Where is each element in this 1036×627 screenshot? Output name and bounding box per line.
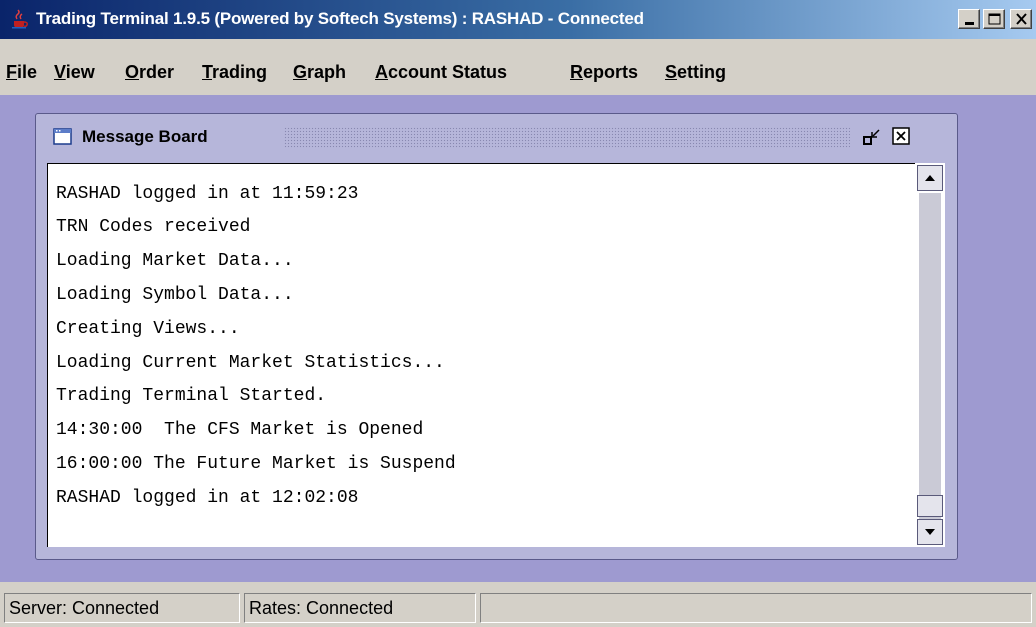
maximize-icon xyxy=(988,13,1001,25)
java-cup-icon[interactable] xyxy=(10,9,30,29)
menu-file[interactable]: File xyxy=(6,62,37,83)
close-button[interactable] xyxy=(1010,9,1032,29)
window-title: Trading Terminal 1.9.5 (Powered by Softe… xyxy=(36,9,644,28)
log-line: RASHAD logged in at 11:59:23 xyxy=(56,184,359,204)
log-line: RASHAD logged in at 12:02:08 xyxy=(56,488,359,508)
log-line: Loading Symbol Data... xyxy=(56,285,294,305)
iconify-button[interactable] xyxy=(861,127,883,149)
scroll-up-button[interactable] xyxy=(917,165,943,191)
menu-graph[interactable]: Graph xyxy=(293,62,346,83)
scroll-thumb[interactable] xyxy=(917,495,943,517)
log-line: Loading Market Data... xyxy=(56,251,294,271)
log-line: TRN Codes received xyxy=(56,217,251,237)
menu-reports[interactable]: Reports xyxy=(570,62,638,83)
menu-order[interactable]: Order xyxy=(125,62,174,83)
close-icon xyxy=(892,127,910,145)
vertical-scrollbar[interactable] xyxy=(915,163,945,547)
menu-setting[interactable]: Setting xyxy=(665,62,726,83)
minimize-button[interactable] xyxy=(958,9,980,29)
menu-file-rest: ile xyxy=(17,62,38,82)
iconify-icon xyxy=(863,129,880,145)
frame-close-button[interactable] xyxy=(890,125,914,149)
status-message xyxy=(480,593,1032,623)
arrow-down-icon xyxy=(925,529,935,535)
title-drag-area[interactable] xyxy=(284,127,850,148)
arrow-up-icon xyxy=(925,175,935,181)
maximize-button[interactable] xyxy=(983,9,1005,29)
message-log[interactable]: RASHAD logged in at 11:59:23 TRN Codes r… xyxy=(47,163,915,547)
log-line: 14:30:00 The CFS Market is Opened xyxy=(56,420,424,440)
close-icon xyxy=(1016,13,1027,25)
window-icon xyxy=(53,127,73,147)
log-line: Creating Views... xyxy=(56,319,240,339)
menu-account-status[interactable]: Account Status xyxy=(375,62,507,83)
message-board-title: Message Board xyxy=(82,127,208,146)
scroll-down-button[interactable] xyxy=(917,519,943,545)
window-title-bar[interactable]: Trading Terminal 1.9.5 (Powered by Softe… xyxy=(0,0,1036,39)
log-line: 16:00:00 The Future Market is Suspend xyxy=(56,454,456,474)
menu-trading[interactable]: Trading xyxy=(202,62,267,83)
minimize-icon xyxy=(965,22,974,25)
log-line: Trading Terminal Started. xyxy=(56,386,327,406)
server-status: Server: Connected xyxy=(4,593,240,623)
rates-status: Rates: Connected xyxy=(244,593,476,623)
menu-view[interactable]: View xyxy=(54,62,95,83)
log-line: Loading Current Market Statistics... xyxy=(56,353,445,373)
scroll-track[interactable] xyxy=(919,193,941,527)
